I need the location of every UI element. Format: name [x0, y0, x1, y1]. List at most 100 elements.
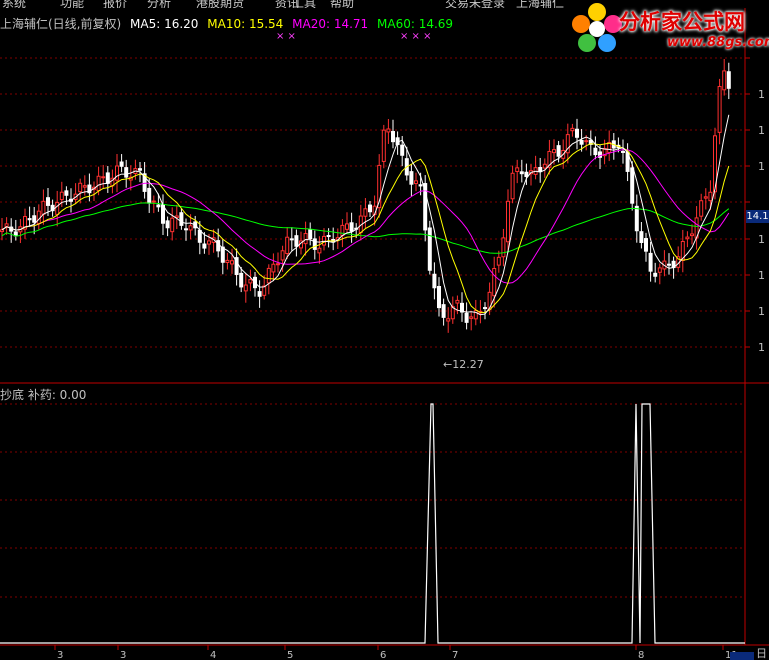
site-logo: 分析家公式网 www.88gs.com — [567, 0, 769, 57]
candle-body — [207, 240, 211, 245]
candle-body — [386, 128, 391, 133]
candle-body — [621, 150, 625, 153]
axis-labels: 1111111334567811 — [54, 57, 765, 660]
candle-body — [312, 238, 317, 250]
candle-body — [101, 176, 106, 179]
y-tick-label: 1 — [758, 269, 765, 282]
x-tick-label: 3 — [120, 650, 126, 660]
candle-body — [437, 286, 441, 309]
candle-body — [391, 131, 395, 143]
x-tick-label: 8 — [638, 650, 644, 660]
candle-body — [634, 205, 639, 232]
candle-body — [349, 222, 354, 232]
candle-body — [464, 312, 469, 323]
candle-body — [685, 236, 690, 240]
candle-body — [483, 307, 487, 310]
period-label[interactable]: 日 — [756, 645, 767, 660]
candle-body — [409, 171, 414, 185]
candle-body — [32, 215, 37, 223]
indicator-lines — [0, 403, 745, 644]
signal-spike-line — [0, 403, 745, 644]
candle-body — [46, 197, 50, 206]
signal-mark: × × × — [400, 31, 432, 42]
candle-body — [726, 71, 731, 89]
candle-body — [138, 168, 142, 171]
low-price-label: ←12.27 — [443, 358, 484, 371]
candle-body — [345, 223, 349, 230]
candle-body — [496, 256, 501, 266]
candle-body — [552, 149, 556, 154]
candle-body — [556, 145, 561, 157]
candle-body — [510, 172, 515, 200]
candle-body — [41, 200, 46, 215]
y-tick-label: 1 — [758, 233, 765, 246]
candle-body — [308, 229, 313, 240]
candle-body — [165, 220, 170, 229]
candle-body — [280, 250, 285, 261]
candle-body — [78, 182, 83, 193]
candle-body — [96, 175, 101, 192]
candle-body — [151, 200, 156, 203]
candle-body — [441, 304, 446, 318]
candle-body — [220, 246, 225, 263]
candle-body — [326, 235, 331, 238]
candle-body — [239, 272, 244, 288]
candle-body — [630, 167, 635, 204]
candle-body — [717, 86, 722, 133]
candle-body — [363, 208, 368, 217]
candle-body — [492, 267, 497, 297]
candle-body — [115, 165, 119, 181]
x-tick-label: 6 — [380, 650, 386, 660]
candle-body — [667, 263, 671, 266]
candle-body — [381, 129, 386, 162]
candle-body — [27, 218, 32, 221]
candle-body — [506, 200, 510, 243]
candle-body — [188, 225, 193, 231]
y-tick-label: 1 — [758, 124, 765, 137]
candle-body — [639, 231, 644, 243]
logo-url: www.88gs.com — [667, 35, 769, 50]
candle-body — [276, 263, 280, 266]
candle-body — [216, 240, 221, 252]
kline-chart[interactable]: 1111111334567811 × × × × × — [0, 0, 769, 660]
candle-body — [644, 238, 648, 252]
candle-body — [542, 163, 547, 169]
candle-body — [197, 229, 202, 243]
candle-body — [156, 204, 161, 208]
candle-body — [446, 318, 451, 322]
candle-body — [722, 70, 727, 91]
grid-lines — [0, 8, 769, 646]
candle-body — [400, 144, 405, 156]
candle-body — [170, 217, 175, 233]
candle-body — [455, 299, 460, 304]
candle-body — [538, 167, 543, 173]
candle-body — [36, 210, 41, 224]
y-tick-label: 1 — [758, 305, 765, 318]
candle-body — [4, 223, 9, 227]
candle-body — [64, 190, 69, 196]
candle-body — [243, 284, 248, 292]
candle-body — [524, 171, 529, 178]
logo-text: 分析家公式网 — [619, 10, 745, 34]
candle-body — [657, 267, 662, 273]
candle-body — [317, 247, 322, 254]
low-price-value: 12.27 — [452, 358, 484, 371]
candle-body — [501, 237, 506, 258]
candle-body — [340, 224, 345, 237]
candle-body — [703, 196, 708, 199]
x-tick-label: 7 — [452, 650, 458, 660]
candle-body — [303, 233, 308, 245]
candle-body — [427, 227, 432, 271]
candle-body — [690, 233, 694, 237]
candle-body — [266, 267, 271, 284]
y-tick-label: 1 — [758, 341, 765, 354]
candle-body — [418, 184, 423, 187]
y-tick-label: 1 — [758, 88, 765, 101]
candle-body — [147, 187, 152, 204]
x-tick-label: 5 — [287, 650, 293, 660]
current-price-tag: 14.1 — [746, 210, 769, 223]
scroll-box[interactable] — [730, 652, 754, 660]
candle-body — [432, 273, 437, 289]
candle-body — [179, 212, 184, 226]
candle-body — [469, 316, 474, 319]
